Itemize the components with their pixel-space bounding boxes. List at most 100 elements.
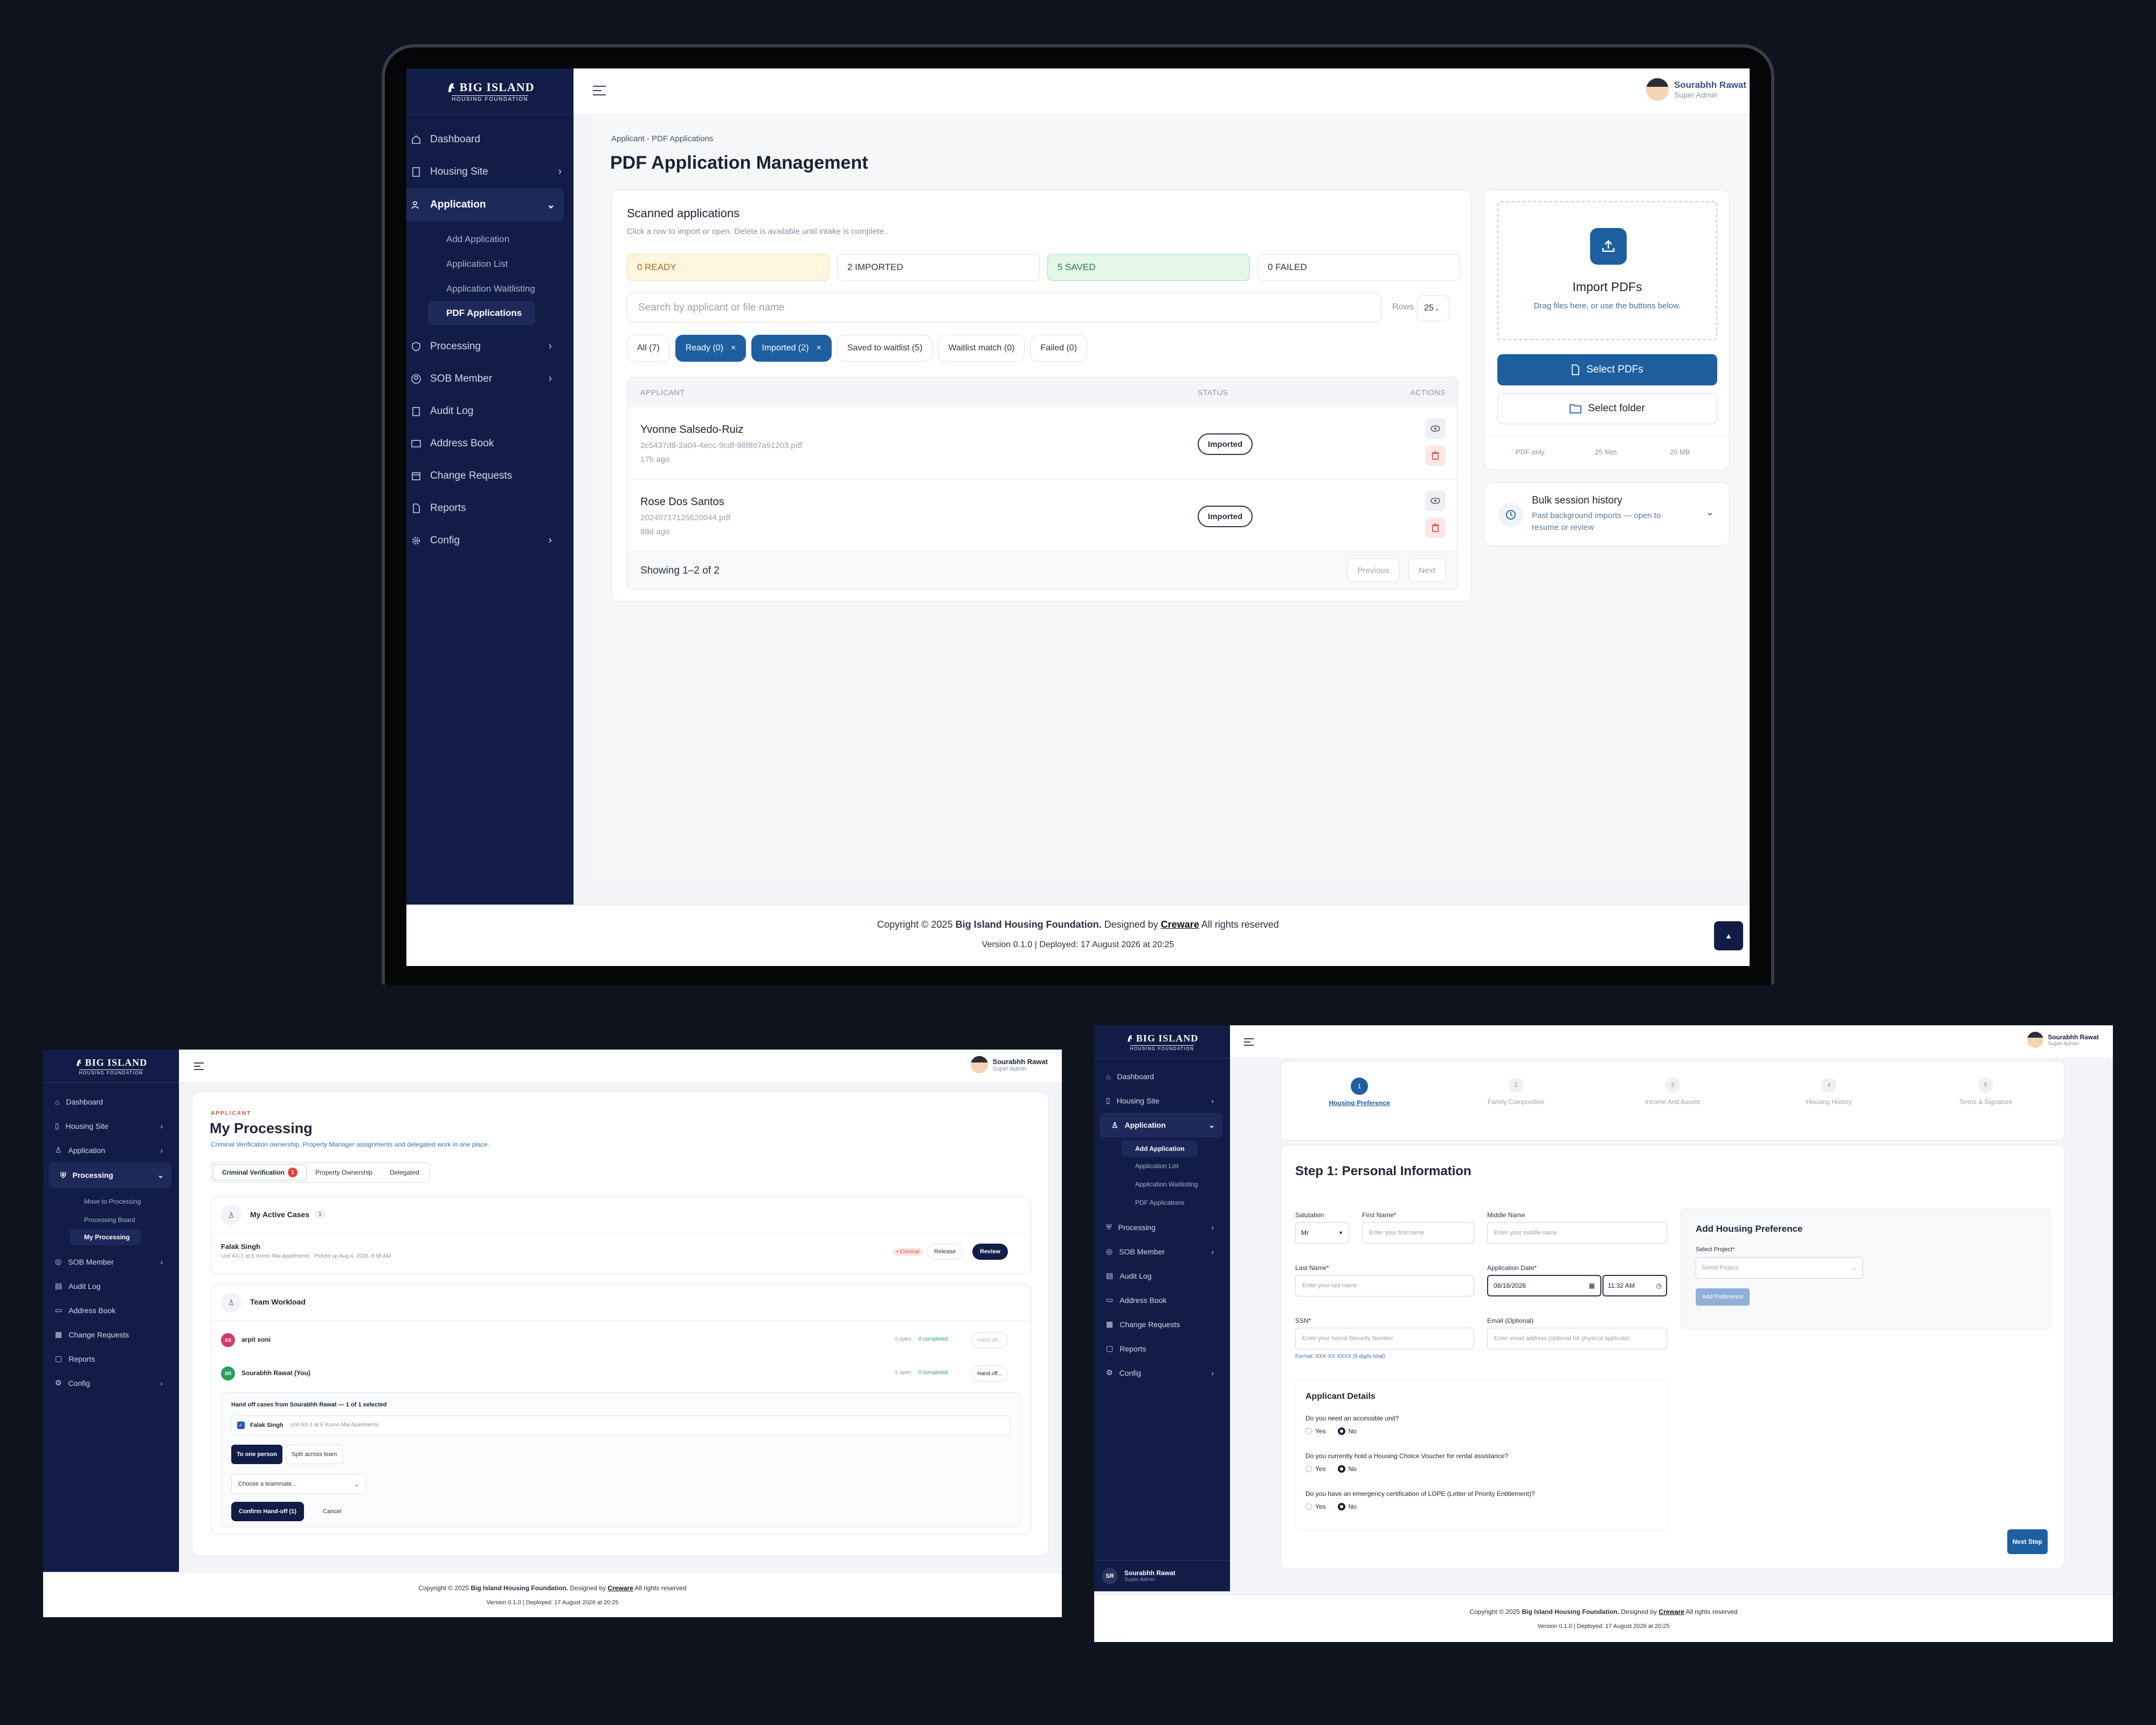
nav-housing-site[interactable]: ▯ Housing Site › bbox=[43, 1114, 179, 1138]
nav-reports[interactable]: ▢ Reports bbox=[1094, 1336, 1230, 1361]
release-button[interactable]: Release bbox=[927, 1244, 963, 1260]
nav-change-requests[interactable]: ▦ Change Requests bbox=[1094, 1312, 1230, 1336]
prev-button[interactable]: Previous bbox=[1347, 558, 1399, 582]
next-button[interactable]: Next bbox=[1408, 558, 1446, 582]
radio-no-selected[interactable] bbox=[1337, 1427, 1345, 1435]
user-menu[interactable]: Sourabhh Rawat Super Admin bbox=[2027, 1032, 2099, 1048]
radio-no-selected[interactable] bbox=[1337, 1503, 1345, 1510]
step-2[interactable]: 2 Family Composition bbox=[1438, 1078, 1594, 1107]
confirm-hand-off-button[interactable]: Confirm Hand-off (1) bbox=[231, 1502, 304, 1521]
search-input[interactable]: Search by applicant or file name bbox=[627, 293, 1381, 323]
nav-address-book[interactable]: ▭ Address Book bbox=[43, 1298, 179, 1322]
radio-yes[interactable] bbox=[1305, 1503, 1312, 1510]
nav-pdf-applications[interactable]: PDF Applications bbox=[1094, 1193, 1198, 1212]
nav-config[interactable]: ⚙ Config › bbox=[43, 1371, 179, 1395]
nav-processing[interactable]: Processing › bbox=[406, 330, 573, 363]
nav-housing-site[interactable]: Housing Site › bbox=[406, 156, 573, 188]
step-4[interactable]: 4 Housing History bbox=[1751, 1078, 1907, 1107]
step-3[interactable]: 3 Income And Assets bbox=[1594, 1078, 1751, 1107]
nav-application-waitlisting[interactable]: Application Waitlisting bbox=[1094, 1175, 1198, 1193]
stat-saved[interactable]: 5 SAVED bbox=[1047, 254, 1250, 281]
application-date-field[interactable]: 08/18/2026 ▦ bbox=[1487, 1275, 1601, 1296]
delete-button[interactable] bbox=[1425, 445, 1446, 466]
middle-name-field[interactable]: Enter your middle name bbox=[1487, 1222, 1667, 1244]
view-button[interactable] bbox=[1425, 491, 1446, 511]
stat-failed[interactable]: 0 FAILED bbox=[1257, 254, 1460, 281]
checkbox-checked-icon[interactable]: ✓ bbox=[237, 1422, 245, 1429]
nav-application[interactable]: ♙ Application ⌄ bbox=[1100, 1113, 1222, 1137]
hand-off-button[interactable]: Hand off... bbox=[971, 1365, 1008, 1382]
first-name-field[interactable]: Enter your first name bbox=[1362, 1222, 1474, 1244]
nav-dashboard[interactable]: Dashboard bbox=[406, 123, 573, 156]
nav-audit-log[interactable]: Audit Log bbox=[406, 395, 573, 427]
stat-imported[interactable]: 2 IMPORTED bbox=[837, 254, 1040, 281]
add-preference-button[interactable]: Add Preference bbox=[1696, 1288, 1750, 1306]
nav-sob-member[interactable]: ◎ SOB Member › bbox=[1094, 1239, 1230, 1264]
nav-dashboard[interactable]: ⌂ Dashboard bbox=[1094, 1064, 1230, 1088]
nav-housing-site[interactable]: ▯ Housing Site › bbox=[1094, 1088, 1230, 1113]
nav-reports[interactable]: Reports bbox=[406, 492, 573, 525]
nav-application-waitlisting[interactable]: Application Waitlisting bbox=[406, 277, 535, 301]
filter-ready[interactable]: Ready (0) × bbox=[675, 335, 747, 362]
nav-change-requests[interactable]: ▦ Change Requests bbox=[43, 1322, 179, 1347]
select-folder-button[interactable]: Select folder bbox=[1497, 393, 1717, 424]
step-1[interactable]: 1 Housing Preference bbox=[1281, 1078, 1438, 1107]
rows-select[interactable]: 25 ⌄ bbox=[1417, 295, 1449, 321]
nav-pdf-applications[interactable]: PDF Applications bbox=[428, 301, 535, 325]
tab-property-ownership[interactable]: Property Ownership bbox=[307, 1164, 381, 1181]
nav-move-to-processing[interactable]: Move to Processing bbox=[43, 1192, 141, 1211]
teammate-select[interactable]: Choose a teammate... ⌄ bbox=[231, 1474, 366, 1494]
stat-ready[interactable]: 0 READY bbox=[627, 254, 830, 281]
hand-off-button[interactable]: Hand off... bbox=[971, 1332, 1008, 1348]
radio-yes[interactable] bbox=[1305, 1466, 1312, 1472]
filter-failed[interactable]: Failed (0) bbox=[1030, 335, 1088, 362]
select-pdfs-button[interactable]: Select PDFs bbox=[1497, 354, 1717, 385]
filter-waitlist-match[interactable]: Waitlist match (0) bbox=[938, 335, 1025, 362]
nav-processing-board[interactable]: Processing Board bbox=[43, 1211, 141, 1229]
tab-criminal-verification[interactable]: Criminal Verification 1 bbox=[213, 1164, 307, 1181]
tab-delegated[interactable]: Delegated bbox=[381, 1164, 428, 1181]
mode-one-person[interactable]: To one person bbox=[231, 1445, 282, 1464]
next-step-button[interactable]: Next Step bbox=[2007, 1529, 2048, 1554]
sidebar-user[interactable]: SR Sourabhh RawatSuper Admin bbox=[1094, 1560, 1230, 1591]
menu-icon[interactable] bbox=[194, 1062, 204, 1070]
nav-address-book[interactable]: Address Book bbox=[406, 427, 573, 460]
nav-application-list[interactable]: Application List bbox=[1094, 1157, 1198, 1175]
filter-all[interactable]: All (7) bbox=[627, 335, 670, 362]
menu-icon[interactable] bbox=[593, 86, 606, 95]
last-name-field[interactable]: Enter your last name bbox=[1295, 1275, 1474, 1296]
review-button[interactable]: Review bbox=[972, 1244, 1008, 1260]
step-5[interactable]: 5 Terms & Signature bbox=[1908, 1078, 2064, 1107]
nav-application[interactable]: ♙ Application › bbox=[43, 1138, 179, 1162]
chevron-down-icon[interactable]: ⌄ bbox=[1706, 507, 1714, 518]
user-menu[interactable]: Sourabhh Rawat Super Admin bbox=[1646, 78, 1746, 101]
ssn-field[interactable]: Enter your Social Security Number bbox=[1295, 1328, 1474, 1349]
drop-zone[interactable]: Import PDFs Drag files here, or use the … bbox=[1497, 201, 1717, 340]
nav-add-application[interactable]: Add Application bbox=[1121, 1141, 1198, 1157]
menu-icon[interactable] bbox=[1244, 1038, 1254, 1046]
nav-processing[interactable]: ⛨ Processing ⌄ bbox=[49, 1162, 171, 1188]
nav-config[interactable]: ⚙ Config › bbox=[1094, 1361, 1230, 1385]
user-menu[interactable]: Sourabhh Rawat Super Admin bbox=[971, 1056, 1048, 1073]
email-field[interactable]: Enter email address (optional for physic… bbox=[1487, 1328, 1667, 1349]
radio-no-selected[interactable] bbox=[1337, 1465, 1345, 1473]
salutation-select[interactable]: Mr ▼ bbox=[1295, 1222, 1349, 1244]
nav-sob-member[interactable]: SOB Member › bbox=[406, 363, 573, 395]
mode-split[interactable]: Split across team bbox=[285, 1445, 343, 1464]
nav-address-book[interactable]: ▭ Address Book bbox=[1094, 1288, 1230, 1312]
nav-application[interactable]: Application ⌄ bbox=[406, 188, 564, 222]
nav-config[interactable]: Config › bbox=[406, 525, 573, 557]
nav-application-list[interactable]: Application List bbox=[406, 252, 535, 277]
cancel-button[interactable]: Cancel bbox=[323, 1508, 341, 1515]
table-row[interactable]: Yvonne Salsedo-Ruiz 2c5437d8-2a04-4ecc-9… bbox=[627, 408, 1457, 480]
nav-audit-log[interactable]: ▤ Audit Log bbox=[43, 1274, 179, 1298]
nav-change-requests[interactable]: Change Requests bbox=[406, 460, 573, 492]
application-time-field[interactable]: 11:32 AM ◷ bbox=[1602, 1275, 1667, 1296]
nav-sob-member[interactable]: ◎ SOB Member › bbox=[43, 1250, 179, 1274]
hand-off-case-row[interactable]: ✓ Falak Singh Unit AS-1 at E Komo Mai Ap… bbox=[231, 1416, 1011, 1435]
nav-reports[interactable]: ▢ Reports bbox=[43, 1347, 179, 1371]
delete-button[interactable] bbox=[1425, 518, 1446, 538]
nav-add-application[interactable]: Add Application bbox=[406, 227, 535, 252]
select-project[interactable]: Select Project ⌄ bbox=[1696, 1257, 1863, 1279]
view-button[interactable] bbox=[1425, 418, 1446, 439]
